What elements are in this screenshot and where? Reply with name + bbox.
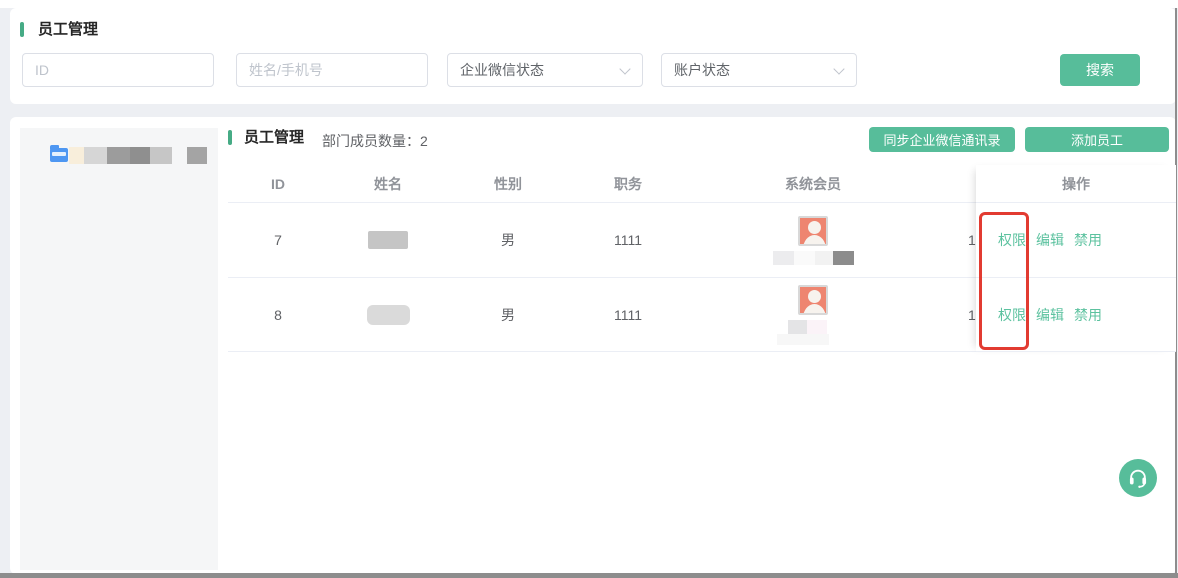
member-avatar-box [797, 285, 829, 345]
account-status-select-value: 账户状态 [674, 60, 730, 80]
redacted-block [794, 251, 815, 265]
wework-status-select[interactable]: 企业微信状态 [447, 53, 643, 87]
cell-name [328, 231, 448, 249]
avatar [798, 285, 828, 315]
redacted-block [130, 147, 150, 164]
clipped-cell-value: 1 [968, 307, 976, 323]
cell-job: 1111 [568, 232, 688, 248]
cell-gender: 男 [448, 230, 568, 250]
id-filter-input[interactable] [22, 53, 214, 87]
disable-link[interactable]: 禁用 [1074, 230, 1102, 250]
redacted-block [833, 251, 854, 265]
header-gender: 性别 [448, 174, 568, 194]
fixed-operations-column: 操作 权限 编辑 禁用 权限 编辑 禁用 [976, 165, 1176, 352]
redacted-block [187, 147, 207, 164]
redacted-block [150, 147, 172, 164]
edit-link[interactable]: 编辑 [1036, 305, 1064, 325]
employee-management-page: 员工管理 企业微信状态 账户状态 搜索 [0, 0, 1178, 578]
headset-icon [1127, 467, 1149, 489]
redacted-block [84, 147, 107, 164]
permission-link[interactable]: 权限 [998, 230, 1026, 250]
name-phone-filter-input[interactable] [236, 53, 428, 87]
redacted-block [368, 231, 408, 249]
disable-link[interactable]: 禁用 [1074, 305, 1102, 325]
operations-cell: 权限 编辑 禁用 [976, 203, 1176, 278]
top-strip [0, 0, 1178, 8]
cell-name [328, 305, 448, 325]
redacted-block [777, 334, 829, 345]
header-id: ID [228, 176, 328, 192]
redacted-block [788, 320, 807, 334]
redacted-block [807, 320, 827, 334]
employee-list-card: 员工管理 部门成员数量：2 同步企业微信通讯录 添加员工 ID 姓名 性别 职务… [10, 117, 1176, 574]
chevron-down-icon [619, 63, 630, 74]
filter-card: 员工管理 企业微信状态 账户状态 搜索 [10, 8, 1176, 104]
redacted-block [773, 251, 794, 265]
folder-icon [50, 148, 68, 162]
redacted-block [69, 147, 84, 164]
cell-id: 8 [228, 307, 328, 323]
redacted-block [107, 147, 130, 164]
cell-system-member [688, 216, 938, 265]
section-accent-bar [228, 130, 232, 145]
title-accent-bar [20, 22, 24, 37]
clipped-cell-value: 1 [968, 232, 976, 248]
wework-status-select-value: 企业微信状态 [460, 60, 544, 80]
header-job: 职务 [568, 174, 688, 194]
sync-wework-contacts-button[interactable]: 同步企业微信通讯录 [869, 127, 1015, 152]
section-title: 员工管理 [244, 129, 304, 147]
department-tree-item[interactable] [20, 128, 218, 176]
cell-system-member [688, 285, 938, 345]
department-tree-sidebar[interactable] [20, 128, 218, 570]
redacted-name-blocks [773, 251, 854, 265]
edit-link[interactable]: 编辑 [1036, 230, 1064, 250]
add-employee-button[interactable]: 添加员工 [1025, 127, 1169, 152]
header-name: 姓名 [328, 174, 448, 194]
page-title: 员工管理 [38, 21, 98, 39]
horizontal-scrollbar[interactable] [0, 573, 1178, 578]
header-operations: 操作 [976, 165, 1176, 203]
member-count-label: 部门成员数量：2 [322, 131, 428, 151]
chevron-down-icon [833, 63, 844, 74]
account-status-select[interactable]: 账户状态 [661, 53, 857, 87]
avatar [798, 216, 828, 246]
redacted-name-blocks [788, 320, 827, 334]
search-button[interactable]: 搜索 [1060, 54, 1140, 86]
cell-gender: 男 [448, 305, 568, 325]
redacted-block [815, 251, 833, 265]
customer-support-button[interactable] [1119, 459, 1157, 497]
permission-link[interactable]: 权限 [998, 305, 1026, 325]
cell-job: 1111 [568, 307, 688, 323]
header-system-member: 系统会员 [688, 174, 938, 194]
operations-cell: 权限 编辑 禁用 [976, 278, 1176, 352]
redacted-block [367, 305, 410, 325]
cell-id: 7 [228, 232, 328, 248]
member-avatar-box [773, 216, 854, 265]
